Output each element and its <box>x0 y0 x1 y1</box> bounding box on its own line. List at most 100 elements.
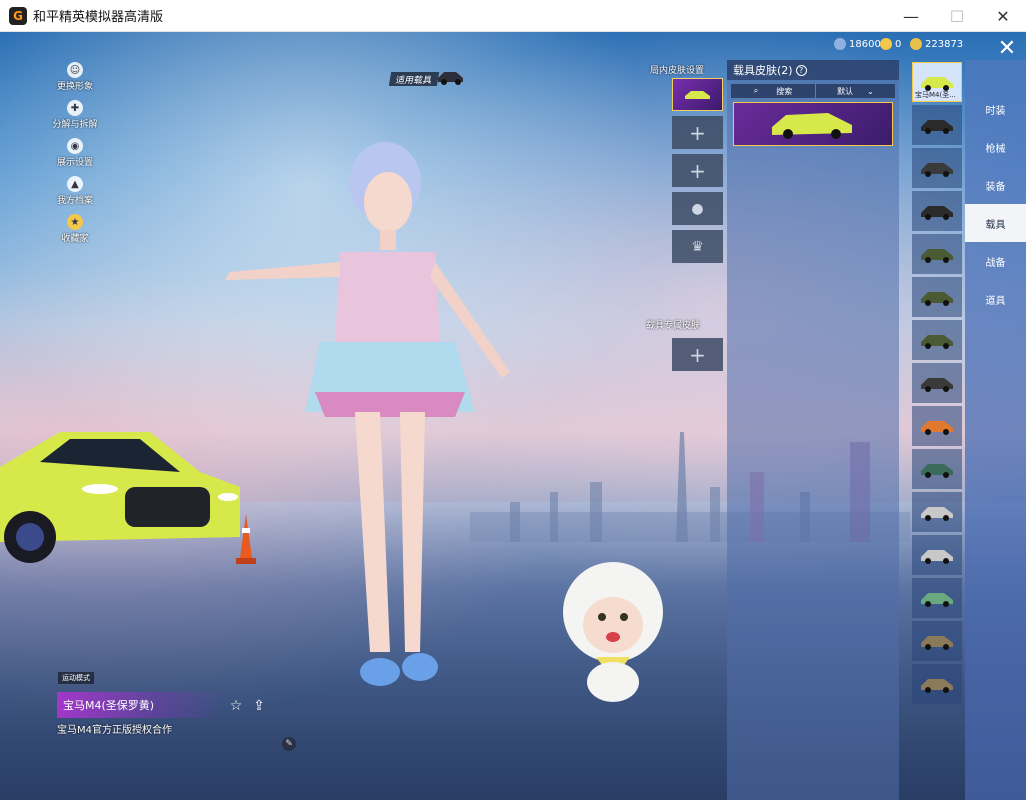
vehicle-list-item[interactable] <box>912 320 962 360</box>
quick-menu-item[interactable]: ◉ 展示设置 <box>40 138 110 168</box>
tab-supplies[interactable]: 战备 <box>965 242 1026 280</box>
wrench-icon[interactable]: ✎ <box>282 737 296 751</box>
eye-icon: ◉ <box>67 138 83 154</box>
vehicle-thumbnail-icon <box>921 335 953 349</box>
vehicle-thumbnail-icon <box>921 679 953 693</box>
vehicle-description: 宝马M4官方正版授权合作 <box>57 725 172 736</box>
quick-menu-item[interactable]: ▲ 我方档案 <box>40 176 110 206</box>
help-icon[interactable]: ? <box>795 64 807 76</box>
slot-section-title: 局内皮肤设置 <box>650 66 705 76</box>
badge-icon: ★ <box>67 214 83 230</box>
vehicle-thumbnail-icon <box>921 464 953 478</box>
skin-slot-mic[interactable]: ● <box>672 192 723 225</box>
favorite-star-icon[interactable]: ☆ <box>228 698 244 714</box>
app-logo-icon: G <box>9 6 27 25</box>
vehicle-list-item[interactable] <box>912 621 962 661</box>
vehicle-thumbnail-icon <box>921 507 953 521</box>
vehicle-skin-panel: 载具皮肤(2) ? ⌕ 搜索 默认 ⌄ <box>727 60 899 800</box>
sort-label: 默认 <box>837 86 854 96</box>
crown-icon: ♛ <box>691 238 704 255</box>
puzzle-icon: ✚ <box>67 100 83 116</box>
quick-menu-label: 分解与拆解 <box>52 120 98 130</box>
close-window-button[interactable]: ✕ <box>980 0 1026 32</box>
vehicle-name: 宝马M4(圣保罗黄) <box>57 692 225 718</box>
game-viewport: ☺ 更换形象 ✚ 分解与拆解 ◉ 展示设置 ▲ 我方档案 ★ 收藏家 适用载具 … <box>0 32 1026 800</box>
quick-menu-item[interactable]: ★ 收藏家 <box>40 214 110 244</box>
vehicle-list-item[interactable] <box>912 277 962 317</box>
currency-item: 0 <box>880 38 901 50</box>
vehicle-list-item[interactable] <box>912 148 962 188</box>
skin-search-bar: ⌕ 搜索 默认 ⌄ <box>731 84 895 98</box>
vehicle-list: 宝马M4(圣... <box>912 62 965 762</box>
exclusive-skin-title: 载具专属皮肤 <box>646 321 701 331</box>
vehicle-thumbnail-icon <box>921 421 953 435</box>
skin-slot-filled[interactable] <box>672 78 723 111</box>
flame-icon: ▲ <box>67 176 83 192</box>
vehicle-thumbnail-icon <box>921 593 953 607</box>
vehicle-list-item[interactable] <box>912 406 962 446</box>
applicable-vehicle-tag: 适用载具 <box>388 72 440 86</box>
pet-sheep-image <box>563 562 663 702</box>
skin-card[interactable] <box>733 102 893 146</box>
vehicle-list-item[interactable] <box>912 234 962 274</box>
vehicle-list-item[interactable] <box>912 664 962 704</box>
vehicle-list-item[interactable] <box>912 492 962 532</box>
vehicle-thumbnail-icon <box>921 550 953 564</box>
coin-icon <box>834 38 846 50</box>
skin-slot-crown[interactable]: ♛ <box>672 230 723 263</box>
skin-panel-title: 载具皮肤(2) <box>733 64 793 77</box>
coin-icon <box>880 38 892 50</box>
vehicle-list-item[interactable] <box>912 449 962 489</box>
quick-menu-item[interactable]: ✚ 分解与拆解 <box>40 100 110 130</box>
tab-fashion[interactable]: 时装 <box>965 90 1026 128</box>
vehicle-list-item[interactable] <box>912 191 962 231</box>
category-tabs: 时装 枪械 装备 载具 战备 道具 <box>965 60 1026 800</box>
quick-menu-label: 我方档案 <box>56 196 93 206</box>
quick-menu-label: 展示设置 <box>56 158 93 168</box>
tab-vehicles[interactable]: 载具 <box>965 204 1026 242</box>
quick-menu-label: 更换形象 <box>56 82 93 92</box>
skin-car-image <box>772 113 852 139</box>
vehicle-list-item[interactable] <box>912 363 962 403</box>
car-thumbnail-icon <box>684 90 710 99</box>
exclusive-skin-slot[interactable]: + <box>672 338 723 371</box>
vehicle-list-item[interactable] <box>912 578 962 618</box>
vehicle-list-item[interactable]: 宝马M4(圣... <box>912 62 962 102</box>
currency-item: 223873 <box>910 38 963 50</box>
tab-items[interactable]: 道具 <box>965 280 1026 318</box>
quick-menu-item[interactable]: ☺ 更换形象 <box>40 62 110 92</box>
person-icon: ☺ <box>67 62 83 78</box>
vehicle-list-item[interactable] <box>912 105 962 145</box>
showcase-car-image <box>0 432 240 563</box>
vehicle-thumbnail-icon <box>921 292 953 306</box>
chevron-down-icon: ⌄ <box>867 86 874 96</box>
vehicle-thumbnail-icon <box>921 249 953 263</box>
quick-menu-label: 收藏家 <box>61 234 89 244</box>
currency-value: 0 <box>895 38 902 50</box>
skin-slot-empty[interactable]: + <box>672 116 723 149</box>
vehicle-list-item[interactable] <box>912 535 962 575</box>
skin-slot-empty[interactable]: + <box>672 154 723 187</box>
currency-value: 223873 <box>925 38 964 50</box>
vehicle-icon <box>438 72 463 85</box>
tab-equipment[interactable]: 装备 <box>965 166 1026 204</box>
share-icon[interactable]: ⇪ <box>251 698 267 714</box>
vehicle-thumbnail-icon <box>921 120 953 134</box>
coin-icon <box>910 38 922 50</box>
sort-dropdown[interactable]: 默认 ⌄ <box>815 84 895 98</box>
vehicle-thumbnail-icon <box>921 378 953 392</box>
character-model-image <box>225 142 510 686</box>
minimize-button[interactable]: — <box>888 0 934 32</box>
maximize-button[interactable]: ☐ <box>934 0 980 32</box>
skin-panel-header: 载具皮肤(2) ? <box>727 60 899 80</box>
window-title: 和平精英模拟器高清版 <box>33 10 164 25</box>
search-icon: ⌕ <box>753 86 759 95</box>
search-input[interactable]: ⌕ 搜索 <box>731 84 815 98</box>
mic-icon: ● <box>691 200 704 217</box>
vehicle-thumbnail-icon <box>921 206 953 220</box>
currency-item: 18600 <box>834 38 881 50</box>
tab-weapons[interactable]: 枪械 <box>965 128 1026 166</box>
close-icon[interactable]: ✕ <box>992 34 1022 62</box>
vehicle-thumbnail-icon <box>921 163 953 177</box>
vehicle-caption: 宝马M4(圣... <box>915 91 956 99</box>
